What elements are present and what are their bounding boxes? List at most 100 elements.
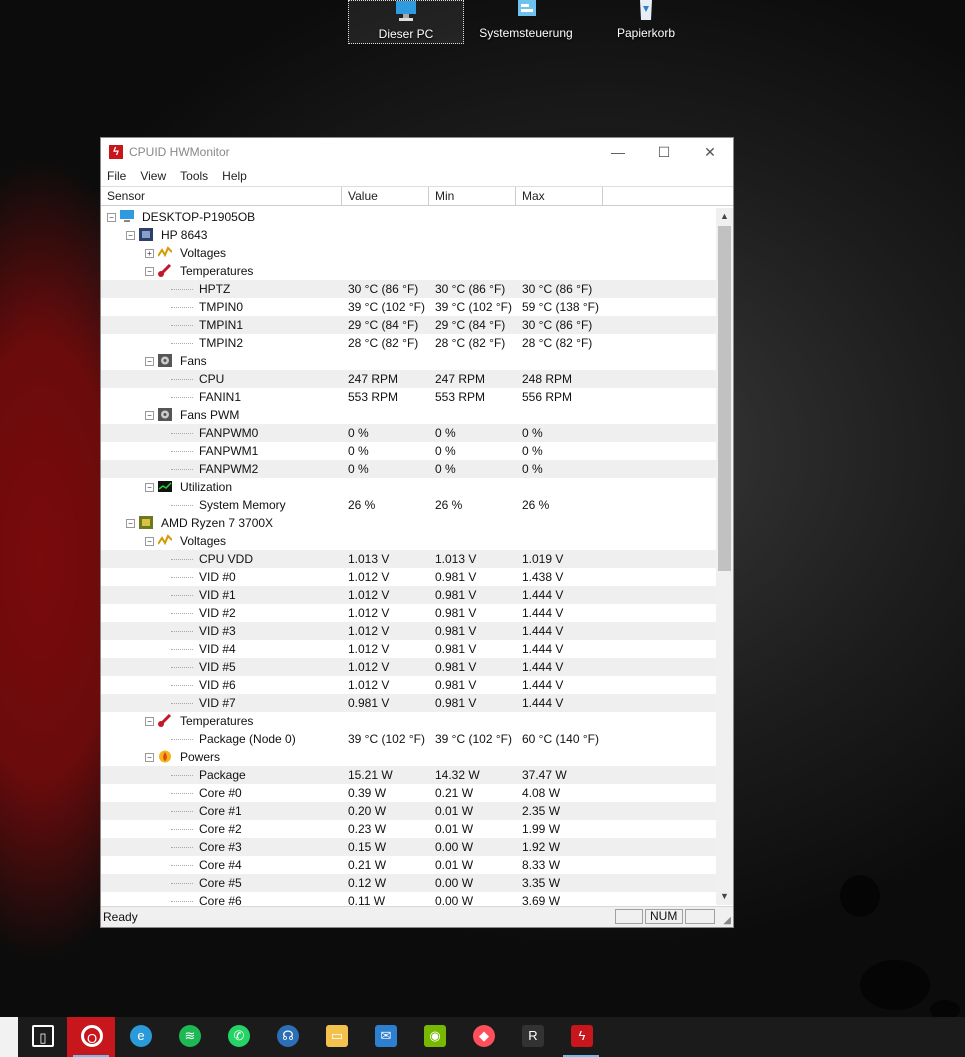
sensor-value: 1.012 V xyxy=(348,624,390,638)
sensor-row[interactable]: VID #3 1.012 V 0.981 V 1.444 V xyxy=(101,622,717,640)
tree-connector xyxy=(171,901,193,902)
whatsapp-icon[interactable]: ✆ xyxy=(214,1017,262,1057)
nvidia-icon[interactable]: ◉ xyxy=(410,1017,458,1057)
tree-group-node[interactable]: − Fans PWM xyxy=(101,406,717,424)
column-header-value[interactable]: Value xyxy=(342,187,429,205)
scroll-down-arrow-icon[interactable]: ▼ xyxy=(716,888,733,905)
sensor-row[interactable]: FANPWM0 0 % 0 % 0 % xyxy=(101,424,717,442)
tree-group-node[interactable]: − Utilization xyxy=(101,478,717,496)
sensor-min: 0.01 W xyxy=(435,804,474,818)
search-box-edge[interactable] xyxy=(0,1017,18,1057)
tree-group-node[interactable]: − Temperatures xyxy=(101,262,717,280)
collapse-icon[interactable]: − xyxy=(145,717,154,726)
sensor-value: 0 % xyxy=(348,426,369,440)
desktop-icon-this-pc[interactable]: Dieser PC xyxy=(348,0,464,44)
shortcut-app-icon[interactable]: ◆ xyxy=(459,1017,507,1057)
edge-icon[interactable]: e xyxy=(116,1017,164,1057)
tree-node-label: Temperatures xyxy=(180,714,254,728)
scroll-up-arrow-icon[interactable]: ▲ xyxy=(716,208,733,225)
sensor-row[interactable]: Core #5 0.12 W 0.00 W 3.35 W xyxy=(101,874,717,892)
hwmonitor-taskbar-icon[interactable]: ϟ xyxy=(557,1017,605,1057)
close-button[interactable]: ✕ xyxy=(687,138,733,166)
sensor-row[interactable]: VID #2 1.012 V 0.981 V 1.444 V xyxy=(101,604,717,622)
collapse-icon[interactable]: − xyxy=(145,753,154,762)
expand-icon[interactable]: + xyxy=(145,249,154,258)
desktop-icon-recycle-bin[interactable]: Papierkorb xyxy=(588,0,704,44)
sensor-row[interactable]: VID #7 0.981 V 0.981 V 1.444 V xyxy=(101,694,717,712)
background-blot xyxy=(860,960,930,1010)
sensor-row[interactable]: VID #6 1.012 V 0.981 V 1.444 V xyxy=(101,676,717,694)
scrollbar-thumb[interactable] xyxy=(718,226,731,571)
collapse-icon[interactable]: − xyxy=(145,357,154,366)
sensor-row[interactable]: TMPIN0 39 °C (102 °F) 39 °C (102 °F) 59 °C … xyxy=(101,298,717,316)
mail-icon[interactable]: ✉ xyxy=(361,1017,409,1057)
opera-icon[interactable]: O xyxy=(67,1017,115,1057)
column-header-sensor[interactable]: Sensor xyxy=(101,187,342,205)
sensor-value: 39 °C (102 °F) xyxy=(348,732,425,746)
sensor-name: Core #4 xyxy=(199,858,242,872)
sensor-row[interactable]: VID #0 1.012 V 0.981 V 1.438 V xyxy=(101,568,717,586)
tree-node-label: HP 8643 xyxy=(161,228,208,242)
sensor-row[interactable]: Package 15.21 W 14.32 W 37.47 W xyxy=(101,766,717,784)
sensor-row[interactable]: VID #5 1.012 V 0.981 V 1.444 V xyxy=(101,658,717,676)
sensor-row[interactable]: Core #0 0.39 W 0.21 W 4.08 W xyxy=(101,784,717,802)
sensor-max: 2.35 W xyxy=(522,804,561,818)
sensor-row[interactable]: Core #6 0.11 W 0.00 W 3.69 W xyxy=(101,892,717,905)
sensor-row[interactable]: Core #3 0.15 W 0.00 W 1.92 W xyxy=(101,838,717,856)
sensor-row[interactable]: HPTZ 30 °C (86 °F) 30 °C (86 °F) 30 °C (86 … xyxy=(101,280,717,298)
sensor-row[interactable]: VID #4 1.012 V 0.981 V 1.444 V xyxy=(101,640,717,658)
sensor-row[interactable]: TMPIN2 28 °C (82 °F) 28 °C (82 °F) 28 °C (8… xyxy=(101,334,717,352)
hwmonitor-window[interactable]: ϟ CPUID HWMonitor — ☐ ✕ File View Tools … xyxy=(100,137,734,928)
vertical-scrollbar[interactable]: ▲ ▼ xyxy=(716,208,733,905)
sensor-row[interactable]: Core #1 0.20 W 0.01 W 2.35 W xyxy=(101,802,717,820)
sensor-row[interactable]: FANPWM2 0 % 0 % 0 % xyxy=(101,460,717,478)
file-explorer-icon[interactable]: ▭ xyxy=(312,1017,360,1057)
tree-device-node[interactable]: − DESKTOP-P1905OB xyxy=(101,208,717,226)
minimize-button[interactable]: — xyxy=(595,138,641,166)
tree-group-node[interactable]: + Voltages xyxy=(101,244,717,262)
sensor-row[interactable]: Package (Node 0) 39 °C (102 °F) 39 °C (102… xyxy=(101,730,717,748)
tree-group-node[interactable]: − Voltages xyxy=(101,532,717,550)
support-assistant-icon[interactable]: ☊ xyxy=(263,1017,311,1057)
tree-device-node[interactable]: − HP 8643 xyxy=(101,226,717,244)
spotify-icon[interactable]: ≋ xyxy=(165,1017,213,1057)
sensor-row[interactable]: Core #4 0.21 W 0.01 W 8.33 W xyxy=(101,856,717,874)
sensor-row[interactable]: CPU VDD 1.013 V 1.013 V 1.019 V xyxy=(101,550,717,568)
menu-tools[interactable]: Tools xyxy=(180,169,208,183)
sensor-name: VID #0 xyxy=(199,570,236,584)
menu-help[interactable]: Help xyxy=(222,169,247,183)
menu-file[interactable]: File xyxy=(107,169,126,183)
sensor-row[interactable]: FANPWM1 0 % 0 % 0 % xyxy=(101,442,717,460)
resize-grip-icon[interactable]: ◢ xyxy=(723,915,731,926)
sensor-min: 0.981 V xyxy=(435,624,477,638)
tree-group-node[interactable]: − Fans xyxy=(101,352,717,370)
collapse-icon[interactable]: − xyxy=(126,231,135,240)
sensor-tree[interactable]: − DESKTOP-P1905OB − HP 8643 + Voltages − Temper… xyxy=(101,208,717,905)
sensor-row[interactable]: FANIN1 553 RPM 553 RPM 556 RPM xyxy=(101,388,717,406)
sensor-row[interactable]: System Memory 26 % 26 % 26 % xyxy=(101,496,717,514)
menu-view[interactable]: View xyxy=(140,169,166,183)
tree-device-node[interactable]: − AMD Ryzen 7 3700X xyxy=(101,514,717,532)
sensor-row[interactable]: VID #1 1.012 V 0.981 V 1.444 V xyxy=(101,586,717,604)
tree-connector xyxy=(171,307,193,308)
collapse-icon[interactable]: − xyxy=(145,411,154,420)
task-view-icon[interactable]: ▯ xyxy=(18,1017,66,1057)
collapse-icon[interactable]: − xyxy=(126,519,135,528)
desktop-icon-control-panel[interactable]: Systemsteuerung xyxy=(468,0,584,44)
maximize-button[interactable]: ☐ xyxy=(641,138,687,166)
sensor-row[interactable]: CPU 247 RPM 247 RPM 248 RPM xyxy=(101,370,717,388)
collapse-icon[interactable]: − xyxy=(145,267,154,276)
tree-group-node[interactable]: − Temperatures xyxy=(101,712,717,730)
sensor-row[interactable]: TMPIN1 29 °C (84 °F) 29 °C (84 °F) 30 °C (8… xyxy=(101,316,717,334)
support-assistant-glyph: ☊ xyxy=(277,1025,299,1047)
column-header-min[interactable]: Min xyxy=(429,187,516,205)
collapse-icon[interactable]: − xyxy=(107,213,116,222)
sensor-row[interactable]: Core #2 0.23 W 0.01 W 1.99 W xyxy=(101,820,717,838)
ryzen-master-icon[interactable]: R xyxy=(508,1017,556,1057)
column-header-max[interactable]: Max xyxy=(516,187,603,205)
collapse-icon[interactable]: − xyxy=(145,483,154,492)
tree-group-node[interactable]: − Powers xyxy=(101,748,717,766)
sensor-min: 39 °C (102 °F) xyxy=(435,300,512,314)
title-bar[interactable]: ϟ CPUID HWMonitor — ☐ ✕ xyxy=(101,138,733,166)
collapse-icon[interactable]: − xyxy=(145,537,154,546)
